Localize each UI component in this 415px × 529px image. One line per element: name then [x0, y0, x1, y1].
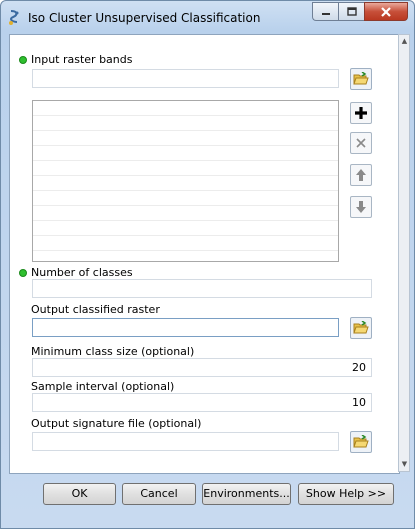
cancel-button[interactable]: Cancel	[122, 483, 196, 505]
min-class-size-input[interactable]: 20	[32, 358, 372, 377]
list-item[interactable]	[33, 206, 338, 221]
list-item[interactable]	[33, 101, 338, 116]
number-of-classes-label: Number of classes	[31, 266, 133, 279]
open-folder-icon	[353, 72, 369, 85]
show-help-button[interactable]: Show Help >>	[298, 483, 394, 505]
list-item[interactable]	[33, 176, 338, 191]
number-of-classes-input[interactable]	[32, 279, 372, 298]
maximize-button[interactable]	[338, 2, 364, 21]
browse-input-raster-button[interactable]	[350, 68, 372, 90]
browse-signature-file-button[interactable]	[350, 431, 372, 453]
min-class-size-label: Minimum class size (optional)	[31, 345, 195, 358]
add-item-button[interactable]	[350, 102, 372, 124]
environments-button[interactable]: Environments...	[202, 483, 291, 505]
list-item[interactable]	[33, 146, 338, 161]
add-icon	[355, 107, 367, 119]
arrow-up-icon	[356, 169, 366, 181]
python-tool-icon	[9, 10, 19, 25]
minimize-icon	[321, 12, 330, 15]
output-signature-file-label: Output signature file (optional)	[31, 417, 202, 430]
open-folder-icon	[353, 321, 369, 334]
list-item[interactable]	[33, 116, 338, 131]
scroll-up-icon[interactable]: ▲	[400, 37, 409, 46]
list-item[interactable]	[33, 131, 338, 146]
input-raster-bands-input[interactable]	[32, 69, 339, 88]
delete-icon	[356, 138, 366, 148]
input-raster-bands-list[interactable]	[32, 100, 339, 262]
remove-item-button[interactable]	[350, 132, 372, 154]
arrow-down-icon	[356, 201, 366, 213]
output-classified-raster-label: Output classified raster	[31, 303, 160, 316]
scroll-down-icon[interactable]: ▼	[400, 460, 409, 469]
list-item[interactable]	[33, 161, 338, 176]
vertical-scrollbar[interactable]: ▲ ▼	[398, 34, 410, 472]
sample-interval-input[interactable]: 10	[32, 393, 372, 412]
title-bar[interactable]: Iso Cluster Unsupervised Classification	[1, 1, 414, 35]
list-item[interactable]	[33, 221, 338, 236]
output-classified-raster-input[interactable]	[32, 318, 339, 337]
ok-button[interactable]: OK	[43, 483, 116, 505]
required-indicator	[19, 56, 27, 64]
parameters-panel: Input raster bands Number of classes Out…	[9, 34, 400, 474]
browse-output-raster-button[interactable]	[350, 317, 372, 339]
list-item[interactable]	[33, 191, 338, 206]
dialog-window: Iso Cluster Unsupervised Classification …	[0, 0, 415, 529]
close-button[interactable]	[364, 2, 408, 21]
move-down-button[interactable]	[350, 196, 372, 218]
maximize-icon	[346, 7, 357, 16]
sample-interval-label: Sample interval (optional)	[31, 380, 175, 393]
window-title: Iso Cluster Unsupervised Classification	[28, 11, 261, 25]
open-folder-icon	[353, 435, 369, 448]
close-icon	[381, 6, 391, 17]
input-raster-bands-label: Input raster bands	[31, 53, 133, 66]
list-item[interactable]	[33, 236, 338, 251]
move-up-button[interactable]	[350, 164, 372, 186]
minimize-button[interactable]	[312, 2, 338, 21]
output-signature-file-input[interactable]	[32, 432, 339, 451]
required-indicator	[19, 269, 27, 277]
window-controls	[312, 2, 408, 22]
